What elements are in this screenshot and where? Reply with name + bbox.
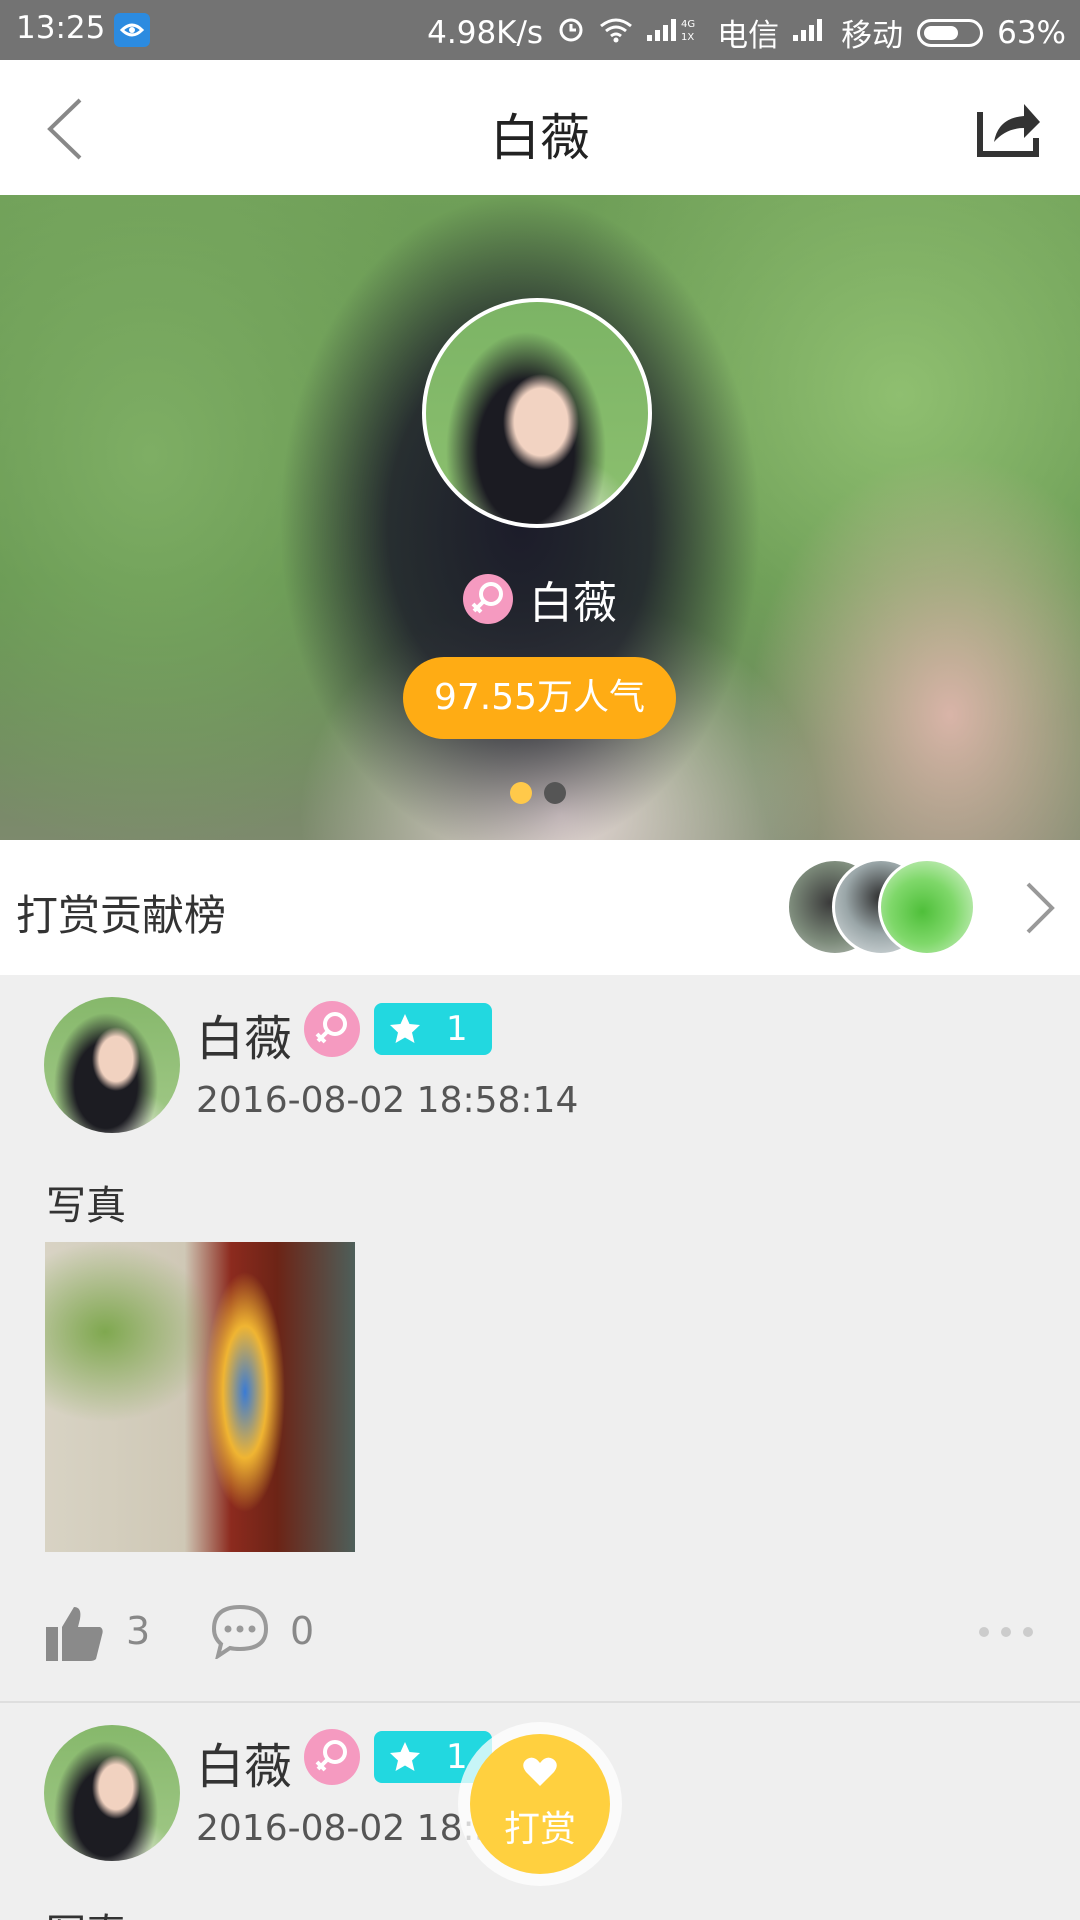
reward-board-row[interactable]: 打赏贡献榜	[0, 840, 1080, 975]
post-actions: 3 0	[0, 1595, 1080, 1675]
alarm-icon	[557, 15, 585, 51]
star-icon	[390, 1742, 420, 1771]
net-speed: 4.98K/s	[427, 14, 544, 51]
level-badge: 1	[374, 1003, 492, 1055]
carousel-dot-1[interactable]	[510, 782, 532, 804]
status-bar: 13:25 4.98K/s 4G 1X 电信 移动 63%	[0, 0, 1080, 60]
contributor-avatar-3	[878, 858, 976, 956]
thumbs-up-icon[interactable]	[44, 1603, 106, 1663]
status-time: 13:25	[16, 10, 106, 46]
reward-button[interactable]: 打赏	[470, 1734, 610, 1874]
comment-count: 0	[290, 1609, 315, 1653]
profile-name: 白薇	[529, 578, 617, 629]
female-icon	[304, 1001, 360, 1057]
post-author-name: 白薇	[196, 1739, 293, 1795]
profile-avatar[interactable]	[422, 298, 652, 528]
comment-icon[interactable]	[210, 1603, 270, 1659]
battery-icon	[917, 18, 984, 47]
svg-text:4G: 4G	[681, 19, 695, 30]
feed-post: 白薇 1 2016-08-02 18:58:14 写真 3 0	[0, 975, 1080, 1700]
heart-icon	[523, 1757, 557, 1786]
signal-icon	[793, 15, 827, 51]
post-timestamp: 2016-08-02 18:58:14	[196, 1080, 579, 1121]
profile-header: 白薇 97.55万人气	[0, 195, 1080, 840]
post-avatar[interactable]	[44, 997, 180, 1133]
post-author-name: 白薇	[196, 1011, 293, 1067]
carrier-2: 移动	[841, 18, 904, 54]
chevron-right-icon[interactable]	[1022, 880, 1058, 936]
female-icon	[463, 574, 513, 624]
post-caption: 写真	[46, 1183, 126, 1229]
svg-text:1X: 1X	[681, 32, 694, 43]
carousel-dots	[510, 782, 566, 804]
signal-4g-icon: 4G 1X	[647, 15, 703, 51]
nav-bar: 白薇	[0, 60, 1080, 195]
female-icon	[304, 1729, 360, 1785]
post-timestamp: 2016-08-02 18:5	[196, 1808, 498, 1849]
wifi-icon	[599, 15, 633, 51]
star-icon	[390, 1014, 420, 1043]
post-avatar[interactable]	[44, 1725, 180, 1861]
app-notification-icon	[114, 13, 150, 47]
reward-fab-halo: 打赏	[458, 1722, 622, 1886]
battery-level: 63%	[997, 14, 1066, 51]
like-count: 3	[126, 1609, 151, 1653]
share-icon[interactable]	[976, 98, 1042, 158]
level-number: 1	[446, 1009, 468, 1049]
carrier-1: 电信	[717, 18, 780, 54]
reward-button-label: 打赏	[503, 1809, 576, 1850]
popularity-badge: 97.55万人气	[403, 657, 676, 739]
carousel-dot-2[interactable]	[544, 782, 566, 804]
page-title: 白薇	[490, 109, 590, 167]
post-caption: 写真	[46, 1901, 126, 1920]
more-icon[interactable]	[976, 1625, 1036, 1639]
reward-board-label: 打赏贡献榜	[16, 891, 227, 940]
profile-name-row: 白薇	[0, 567, 1080, 631]
post-photo[interactable]	[45, 1242, 355, 1552]
